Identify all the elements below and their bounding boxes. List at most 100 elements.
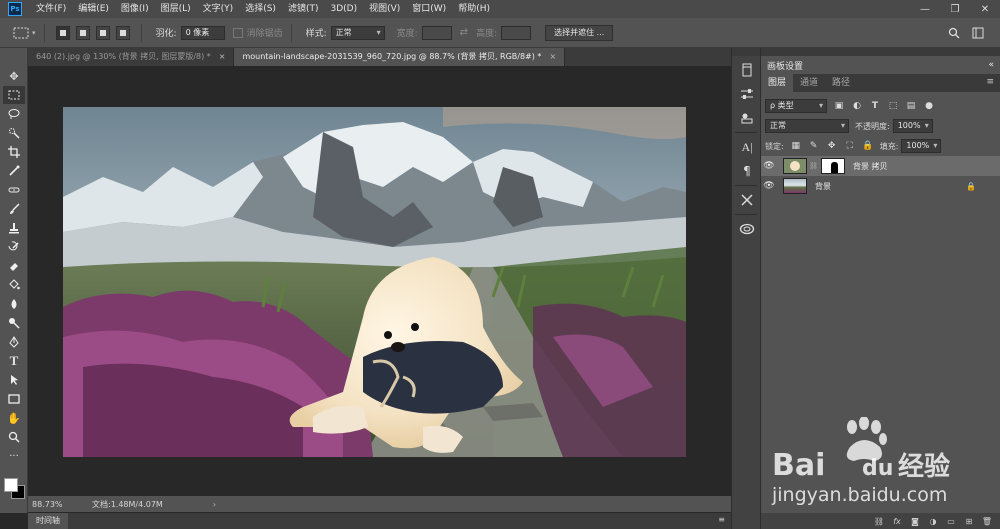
visibility-eye-icon[interactable]: 👁 (761, 181, 777, 191)
zoom-level[interactable]: 88.73% (28, 500, 78, 509)
minimize-button[interactable]: — (910, 0, 940, 18)
libraries-panel-icon[interactable] (735, 219, 759, 239)
menu-type[interactable]: 文字(Y) (197, 0, 240, 18)
path-select-tool-icon[interactable] (3, 371, 25, 389)
mask-link-icon[interactable]: ⛓ (809, 162, 818, 170)
tab-channels[interactable]: 通道 (793, 74, 825, 92)
intersect-selection-icon[interactable] (115, 25, 130, 40)
layer-row[interactable]: 👁 背景 🔒 (761, 176, 1000, 196)
search-icon[interactable] (946, 25, 962, 41)
adjustments-panel-icon[interactable] (735, 84, 759, 104)
antialias-checkbox[interactable] (232, 27, 243, 38)
tab-document-1[interactable]: 640 (2).jpg @ 130% (背景 拷贝, 图层蒙版/8) * × (28, 48, 235, 66)
hand-tool-icon[interactable]: ✋ (3, 409, 25, 427)
layer-row[interactable]: 👁 ⛓ 背景 拷贝 (761, 156, 1000, 176)
menu-file[interactable]: 文件(F) (30, 0, 72, 18)
filter-adjustment-icon[interactable]: ◐ (851, 100, 863, 112)
new-layer-icon[interactable]: ⊞ (962, 514, 976, 528)
visibility-eye-icon[interactable]: 👁 (761, 161, 777, 171)
paragraph-panel-icon[interactable]: ¶ (735, 161, 759, 181)
history-brush-tool-icon[interactable] (3, 238, 25, 256)
feather-input[interactable]: 0 像素 (180, 25, 225, 40)
layer-filter-select[interactable]: ρ 类型 (765, 99, 827, 113)
dodge-tool-icon[interactable] (3, 314, 25, 332)
lasso-tool-icon[interactable] (3, 105, 25, 123)
blend-mode-select[interactable]: 正常 (765, 119, 849, 133)
crop-tool-icon[interactable] (3, 143, 25, 161)
lock-position-icon[interactable]: ✥ (826, 140, 838, 152)
menu-filter[interactable]: 滤镜(T) (282, 0, 325, 18)
lock-artboard-icon[interactable]: ⛶ (844, 140, 856, 152)
quick-select-tool-icon[interactable] (3, 124, 25, 142)
select-and-mask-button[interactable]: 选择并遮住 ... (545, 24, 614, 41)
style-select[interactable]: 正常 (330, 25, 385, 40)
eyedropper-tool-icon[interactable] (3, 162, 25, 180)
type-tool-icon[interactable]: T (3, 352, 25, 370)
clone-stamp-tool-icon[interactable] (3, 219, 25, 237)
width-input[interactable] (421, 25, 452, 40)
lock-all-icon[interactable]: 🔒 (862, 140, 874, 152)
blur-tool-icon[interactable] (3, 295, 25, 313)
opacity-input[interactable]: 100% (892, 119, 933, 133)
swap-dimensions-icon[interactable]: ⇄ (460, 27, 468, 38)
collapse-panel-icon[interactable]: « (988, 60, 994, 70)
rectangle-tool-icon[interactable] (3, 390, 25, 408)
preset-chevron-down-icon[interactable]: ▾ (32, 29, 36, 37)
status-menu-arrow-icon[interactable]: › (213, 500, 216, 509)
layer-style-icon[interactable]: fx (890, 514, 904, 528)
color-swatches[interactable] (4, 478, 28, 502)
tab-document-2[interactable]: mountain-landscape-2031539_960_720.jpg @… (234, 48, 566, 66)
tab-timeline[interactable]: 时间轴 (28, 513, 68, 529)
history-panel-icon[interactable] (735, 60, 759, 80)
adjustment-layer-icon[interactable]: ◑ (926, 514, 940, 528)
artboard-settings-header[interactable]: 画板设置 « (761, 56, 1000, 74)
more-tools-icon[interactable]: ··· (3, 447, 25, 465)
lock-image-icon[interactable]: ✎ (808, 140, 820, 152)
document-canvas[interactable] (63, 107, 686, 457)
eraser-tool-icon[interactable] (3, 257, 25, 275)
timeline-menu-icon[interactable]: ≡ (718, 515, 725, 524)
add-selection-icon[interactable] (75, 25, 90, 40)
restore-button[interactable]: ❐ (940, 0, 970, 18)
workspace-icon[interactable] (970, 25, 986, 41)
tab-paths[interactable]: 路径 (825, 74, 857, 92)
foreground-color[interactable] (4, 478, 18, 492)
healing-brush-tool-icon[interactable] (3, 181, 25, 199)
move-tool-icon[interactable]: ✥ (3, 67, 25, 85)
new-group-icon[interactable]: ▭ (944, 514, 958, 528)
menu-select[interactable]: 选择(S) (239, 0, 282, 18)
new-selection-icon[interactable] (55, 25, 70, 40)
filter-type-icon[interactable]: T (869, 100, 881, 112)
menu-window[interactable]: 窗口(W) (406, 0, 452, 18)
tab-layers[interactable]: 图层 (761, 74, 794, 92)
character-panel-icon[interactable]: A| (735, 137, 759, 157)
menu-help[interactable]: 帮助(H) (452, 0, 496, 18)
rect-marquee-tool-icon[interactable] (3, 86, 25, 104)
close-tab-icon[interactable]: × (219, 52, 226, 61)
filter-shape-icon[interactable]: ⬚ (887, 100, 899, 112)
filter-smart-object-icon[interactable]: ▤ (905, 100, 917, 112)
close-button[interactable]: ✕ (970, 0, 1000, 18)
canvas-area[interactable] (28, 66, 731, 496)
panel-grip[interactable] (761, 48, 1000, 56)
lock-transparent-icon[interactable]: ▦ (790, 140, 802, 152)
menu-3d[interactable]: 3D(D) (324, 0, 363, 18)
fill-input[interactable]: 100% (901, 139, 942, 153)
menu-view[interactable]: 视图(V) (363, 0, 406, 18)
menu-layer[interactable]: 图层(L) (155, 0, 197, 18)
properties-panel-icon[interactable] (735, 108, 759, 128)
rect-marquee-preset-icon[interactable] (10, 23, 32, 43)
brush-tool-icon[interactable] (3, 200, 25, 218)
dock-grip[interactable] (732, 48, 760, 56)
filter-pixel-icon[interactable]: ▣ (833, 100, 845, 112)
menu-edit[interactable]: 编辑(E) (72, 0, 115, 18)
delete-layer-icon[interactable]: 🗑 (980, 514, 994, 528)
add-mask-icon[interactable]: ◙ (908, 514, 922, 528)
pen-tool-icon[interactable] (3, 333, 25, 351)
menu-image[interactable]: 图像(I) (115, 0, 155, 18)
zoom-tool-icon[interactable] (3, 428, 25, 446)
filter-toggle-icon[interactable]: ● (923, 100, 935, 112)
height-input[interactable] (501, 25, 532, 40)
panel-menu-icon[interactable]: ≡ (986, 77, 994, 87)
paint-bucket-tool-icon[interactable] (3, 276, 25, 294)
